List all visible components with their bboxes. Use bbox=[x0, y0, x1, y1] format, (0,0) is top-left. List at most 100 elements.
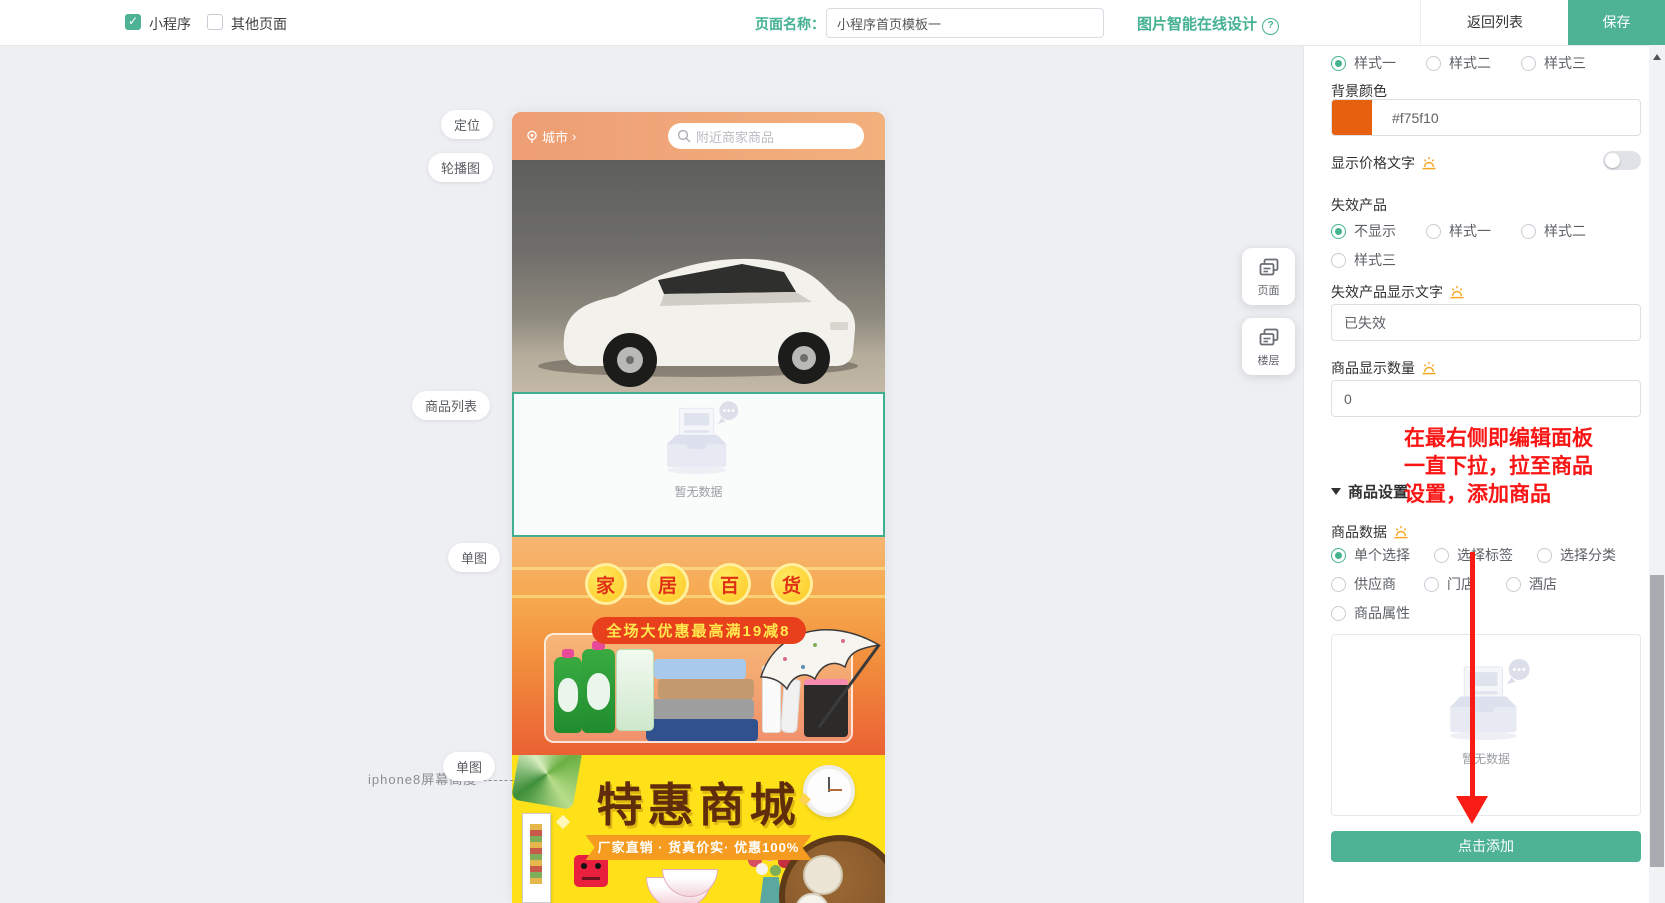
stacked-pages-icon bbox=[1257, 256, 1281, 280]
towel-art bbox=[646, 719, 758, 741]
label-carousel[interactable]: 轮播图 bbox=[428, 153, 493, 182]
radio-invalid-hide[interactable]: 不显示 bbox=[1331, 221, 1426, 241]
radio-dot-icon bbox=[1331, 577, 1346, 592]
tutorial-annotation: 在最右侧即编辑面板 一直下拉，拉至商品 设置，添加商品 bbox=[1404, 425, 1593, 509]
count-label-wrap: 商品显示数量 bbox=[1331, 358, 1641, 378]
radio-style-3[interactable]: 样式三 bbox=[1521, 53, 1616, 73]
save-button[interactable]: 保存 bbox=[1568, 0, 1665, 45]
back-to-list-button[interactable]: 返回列表 bbox=[1420, 0, 1569, 45]
radio-invalid-style-3[interactable]: 样式三 bbox=[1331, 250, 1426, 270]
city-selector[interactable]: 城市 › bbox=[526, 127, 576, 146]
alarm-bell-icon bbox=[1449, 284, 1465, 300]
car-photo-art bbox=[512, 160, 885, 392]
radio-style-1[interactable]: 样式一 bbox=[1331, 53, 1426, 73]
invalid-text-input[interactable] bbox=[1331, 304, 1641, 341]
flower-art bbox=[756, 863, 768, 875]
scrollbar-up-arrow-icon[interactable] bbox=[1653, 54, 1661, 60]
carousel-block[interactable] bbox=[512, 160, 885, 392]
radio-dot-icon bbox=[1331, 56, 1346, 71]
radio-dot-icon bbox=[1424, 577, 1439, 592]
smart-design-link[interactable]: 图片智能在线设计? bbox=[1137, 13, 1279, 35]
scrollbar-thumb[interactable] bbox=[1650, 575, 1664, 867]
location-pin-icon bbox=[526, 130, 538, 144]
radio-single-select[interactable]: 单个选择 bbox=[1331, 545, 1434, 565]
radio-label: 样式一 bbox=[1354, 53, 1396, 73]
help-icon[interactable]: ? bbox=[1262, 18, 1279, 35]
page-name-input[interactable] bbox=[826, 8, 1104, 38]
radio-hotel[interactable]: 酒店 bbox=[1506, 574, 1588, 594]
panel-scrollbar[interactable] bbox=[1649, 45, 1665, 903]
product-settings-title: 商品设置 bbox=[1348, 481, 1408, 502]
radio-style-2[interactable]: 样式二 bbox=[1426, 53, 1521, 73]
city-label: 城市 bbox=[542, 127, 568, 146]
banner1-badge: 百 bbox=[709, 563, 751, 605]
radio-label: 样式三 bbox=[1354, 250, 1396, 270]
radio-dot-icon bbox=[1426, 224, 1441, 239]
label-location[interactable]: 定位 bbox=[441, 110, 493, 139]
radio-select-category[interactable]: 选择分类 bbox=[1537, 545, 1640, 565]
radio-store[interactable]: 门店 bbox=[1424, 574, 1506, 594]
towel-art bbox=[654, 659, 746, 679]
banner2-title: 特惠商城 bbox=[512, 769, 885, 835]
banner1-badges: 家 居 百 货 bbox=[512, 563, 885, 605]
radio-supplier[interactable]: 供应商 bbox=[1331, 574, 1424, 594]
phone-preview: 城市 › 附近商家商品 bbox=[512, 112, 885, 903]
tutorial-arrow-head-icon bbox=[1456, 796, 1488, 824]
empty-box-icon bbox=[1438, 657, 1534, 743]
radio-invalid-style-1[interactable]: 样式一 bbox=[1426, 221, 1521, 241]
show-price-row: 显示价格文字 bbox=[1331, 153, 1641, 175]
count-input[interactable] bbox=[1331, 380, 1641, 417]
single-image-block-2[interactable]: 特惠商城 厂家直销 · 货真价实· 优惠100% bbox=[512, 755, 885, 903]
invalid-product-label: 失效产品 bbox=[1331, 195, 1641, 215]
page-tool-button[interactable]: 页面 bbox=[1242, 248, 1295, 305]
radio-dot-icon bbox=[1331, 606, 1346, 621]
banner1-promo-pill: 全场大优惠最高满19减8 bbox=[591, 617, 805, 644]
towel-art bbox=[658, 679, 754, 699]
label-single-image-1[interactable]: 单图 bbox=[448, 543, 500, 572]
radio-label: 样式二 bbox=[1449, 53, 1491, 73]
other-pages-checkbox[interactable] bbox=[207, 14, 223, 30]
tray-bowl-art bbox=[803, 855, 843, 895]
collapse-arrow-icon bbox=[1331, 488, 1341, 495]
label-product-list[interactable]: 商品列表 bbox=[412, 391, 490, 420]
smart-design-text: 图片智能在线设计 bbox=[1137, 16, 1257, 33]
radio-select-tag[interactable]: 选择标签 bbox=[1434, 545, 1537, 565]
radio-dot-icon bbox=[1331, 253, 1346, 268]
phone-location-header[interactable]: 城市 › 附近商家商品 bbox=[512, 112, 885, 160]
radio-label: 选择标签 bbox=[1457, 545, 1513, 565]
detergent-bottle-art bbox=[554, 657, 582, 733]
product-list-empty-state: 暂无数据 bbox=[514, 400, 883, 500]
click-add-button[interactable]: 点击添加 bbox=[1331, 831, 1641, 862]
show-price-label-wrap: 显示价格文字 bbox=[1331, 153, 1437, 173]
mini-program-checkbox[interactable] bbox=[125, 14, 141, 30]
search-bar[interactable]: 附近商家商品 bbox=[668, 123, 864, 149]
bg-color-input[interactable]: #f75f10 bbox=[1331, 99, 1641, 136]
single-image-block-1[interactable]: 家 居 百 货 全场大优惠最高满19减8 bbox=[512, 537, 885, 755]
other-pages-label: 其他页面 bbox=[231, 14, 287, 34]
radio-label: 样式二 bbox=[1544, 221, 1586, 241]
color-value: #f75f10 bbox=[1392, 110, 1439, 126]
product-list-block-selected[interactable]: 暂无数据 bbox=[512, 392, 885, 537]
radio-dot-icon bbox=[1331, 548, 1346, 563]
floor-tool-label: 楼层 bbox=[1258, 352, 1280, 368]
robot-mouth-art bbox=[582, 877, 600, 880]
floor-tool-button[interactable]: 楼层 bbox=[1242, 318, 1295, 375]
radio-invalid-style-2[interactable]: 样式二 bbox=[1521, 221, 1616, 241]
detergent-bottle-art bbox=[582, 649, 615, 733]
color-swatch[interactable] bbox=[1332, 100, 1372, 135]
top-toolbar: 小程序 其他页面 页面名称： 图片智能在线设计? 返回列表 保存 bbox=[0, 0, 1665, 46]
radio-label: 样式一 bbox=[1449, 221, 1491, 241]
label-single-image-2[interactable]: 单图 bbox=[443, 752, 495, 781]
style-radio-group: 样式一 样式二 样式三 bbox=[1331, 53, 1641, 73]
robot-eye-art bbox=[581, 863, 587, 869]
radio-dot-icon bbox=[1434, 548, 1449, 563]
show-price-label: 显示价格文字 bbox=[1331, 153, 1415, 173]
invalid-text-label: 失效产品显示文字 bbox=[1331, 282, 1443, 302]
show-price-toggle[interactable] bbox=[1603, 151, 1641, 170]
radio-dot-icon bbox=[1521, 56, 1536, 71]
radio-label: 不显示 bbox=[1354, 221, 1396, 241]
radio-product-attr[interactable]: 商品属性 bbox=[1331, 603, 1434, 623]
editor-canvas: 定位 轮播图 商品列表 单图 单图 iphone8屏幕高度-------- 城市… bbox=[0, 45, 1303, 903]
page-name-label: 页面名称： bbox=[755, 14, 825, 34]
radio-dot-icon bbox=[1331, 224, 1346, 239]
